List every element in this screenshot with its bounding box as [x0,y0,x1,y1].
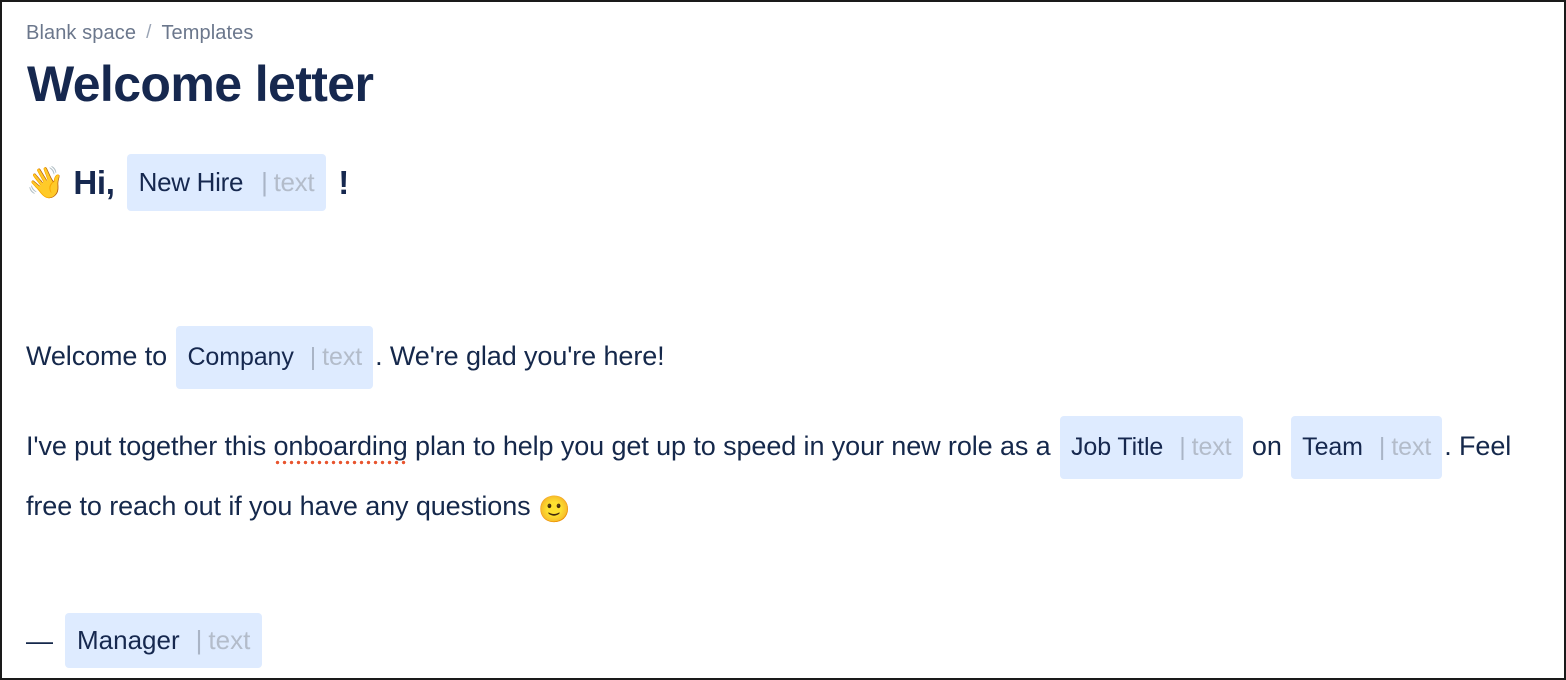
paragraph-onboarding[interactable]: I've put together this onboarding plan t… [26,416,1531,533]
placeholder-chip-type: text [273,167,315,197]
placeholder-chip-team[interactable]: Team | text [1291,416,1443,479]
breadcrumb-item-templates[interactable]: Templates [161,22,253,45]
placeholder-chip-divider: | [261,167,268,197]
placeholder-chip-divider: | [1378,433,1386,461]
placeholder-chip-label: Company [187,343,294,371]
paragraph-welcome-text-after: . We're glad you're here! [375,341,665,371]
placeholder-chip-divider: | [1179,433,1186,461]
placeholder-chip-job-title[interactable]: Job Title | text [1060,416,1243,479]
greeting-salutation: Hi, [73,163,115,201]
paragraph-onboarding-text-2: plan to help you get up to speed in your… [415,431,1051,461]
placeholder-chip-type: text [208,625,251,655]
empty-paragraph[interactable] [26,211,1540,299]
paragraph-onboarding-text-1: I've put together this [26,431,267,461]
breadcrumb: Blank space / Templates [26,18,1540,48]
placeholder-chip-divider: | [195,625,203,655]
placeholder-chip-company[interactable]: Company | text [176,326,374,389]
placeholder-chip-manager[interactable]: Manager | text [65,613,263,668]
placeholder-chip-label: Team [1302,433,1363,461]
document-editor-page: Blank space / Templates Welcome letter 👋… [0,0,1566,680]
document-body[interactable]: 👋 Hi, New Hire | text ! Welcome to Compa… [26,154,1540,668]
paragraph-welcome-text-before: Welcome to [26,341,168,371]
placeholder-chip-type: text [1191,433,1232,461]
breadcrumb-separator: / [146,22,152,43]
greeting-line[interactable]: 👋 Hi, New Hire | text ! [26,154,1540,211]
paragraph-onboarding-text-3: on [1251,431,1282,461]
placeholder-chip-new-hire[interactable]: New Hire | text [126,154,327,211]
paragraph-welcome[interactable]: Welcome to Company | text . We're glad you'… [26,326,1531,389]
slightly-smiling-face-icon: 🙂 [537,494,571,524]
waving-hand-icon: 👋 [26,165,65,200]
page-title[interactable]: Welcome letter [27,54,1540,114]
signature-dash: — [26,625,53,656]
misspelled-word[interactable]: onboarding [273,431,408,466]
greeting-punctuation: ! [338,163,349,201]
placeholder-chip-label: Job Title [1071,433,1164,461]
placeholder-chip-type: text [1391,433,1432,461]
breadcrumb-item-space[interactable]: Blank space [26,22,136,45]
placeholder-chip-divider: | [309,343,317,371]
placeholder-chip-label: Manager [77,625,180,655]
signature-line[interactable]: — Manager | text [26,613,1540,668]
placeholder-chip-label: New Hire [138,167,244,197]
placeholder-chip-type: text [322,343,363,371]
